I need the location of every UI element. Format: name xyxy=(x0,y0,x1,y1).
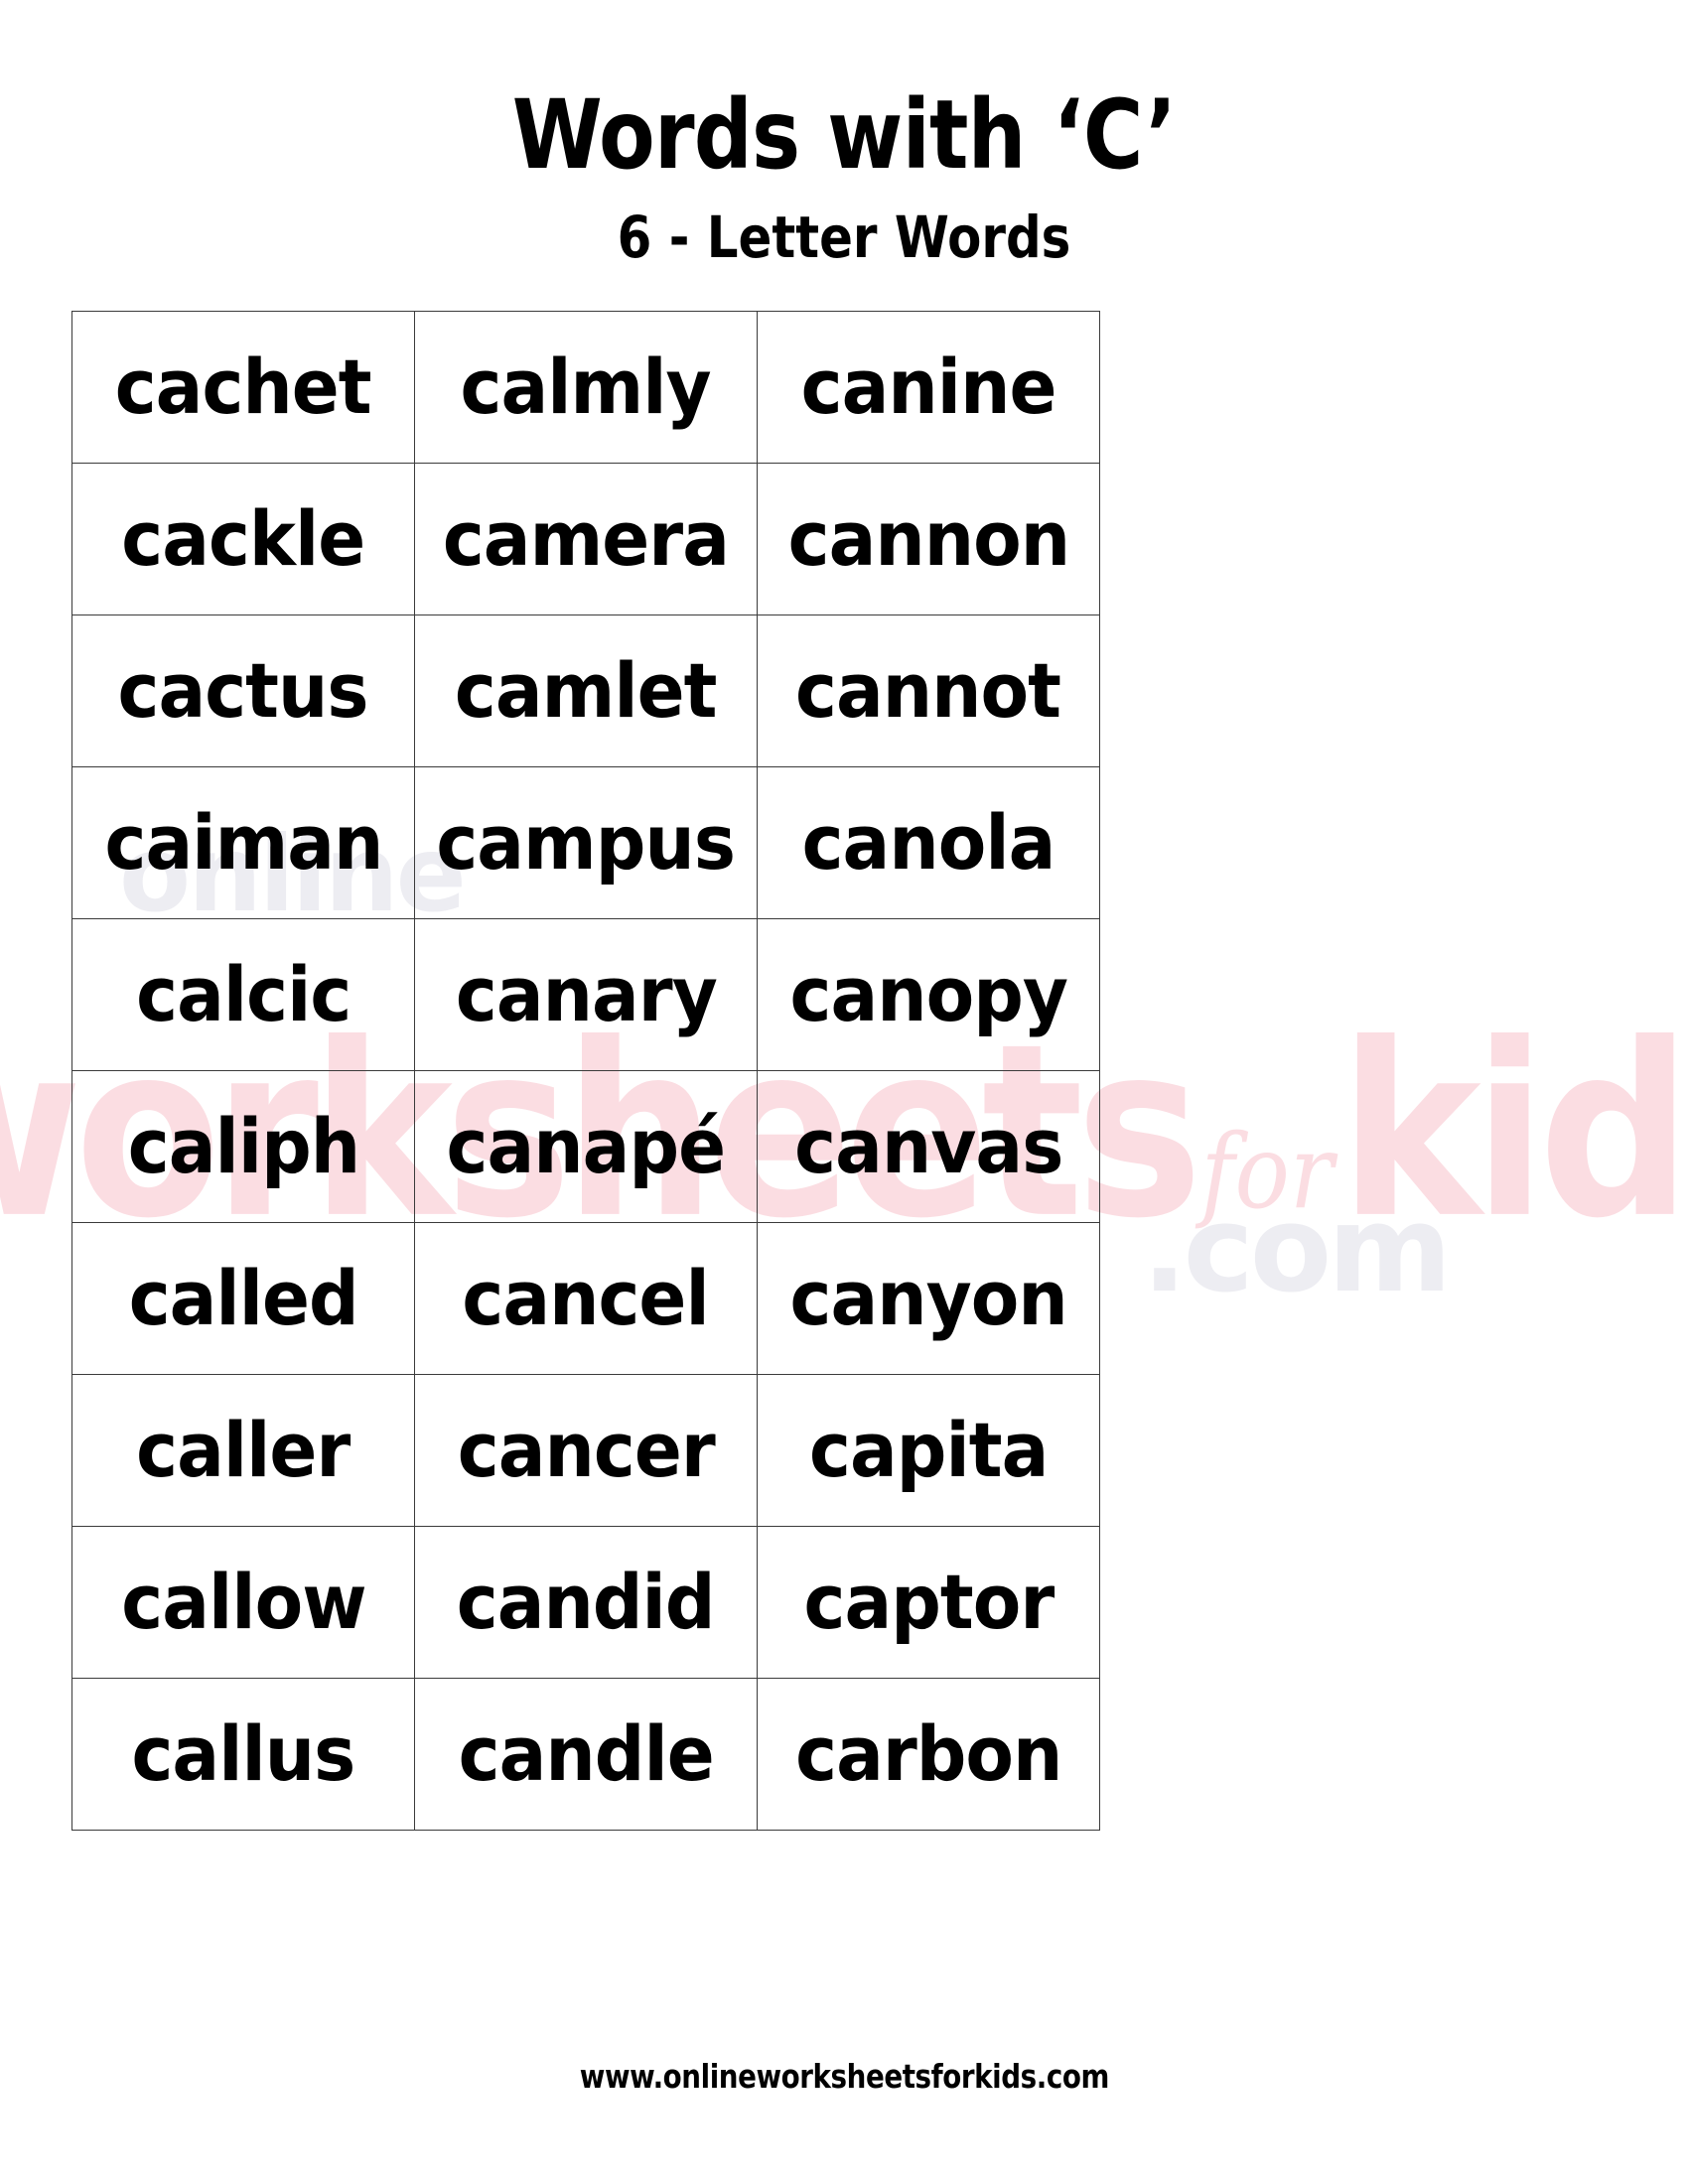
word-text: caliph xyxy=(127,1102,359,1190)
word-cell: cancel xyxy=(414,1222,758,1375)
word-cell: canine xyxy=(757,311,1100,464)
word-text: canine xyxy=(800,342,1057,431)
word-cell: calmly xyxy=(414,311,758,464)
word-text: cactus xyxy=(117,646,369,735)
word-cell: campus xyxy=(414,766,758,919)
word-text: campus xyxy=(436,798,737,887)
table-row: caller cancer capita xyxy=(71,1374,1100,1527)
word-text: caller xyxy=(136,1406,351,1494)
worksheet-header: Words with ‘C’ 6 - Letter Words xyxy=(0,0,1688,266)
word-cell: candid xyxy=(414,1526,758,1679)
word-cell: cannot xyxy=(757,614,1100,767)
page-subtitle: 6 - Letter Words xyxy=(617,204,1071,271)
word-text: capita xyxy=(808,1406,1049,1494)
table-row: called cancel canyon xyxy=(71,1222,1100,1375)
word-text: cackle xyxy=(121,494,365,583)
word-text: cachet xyxy=(115,342,372,431)
word-text: callus xyxy=(131,1709,356,1798)
word-cell: canary xyxy=(414,918,758,1071)
word-cell: canopy xyxy=(757,918,1100,1071)
word-cell: candle xyxy=(414,1678,758,1831)
word-text: carbon xyxy=(794,1709,1062,1798)
word-text: called xyxy=(128,1254,358,1342)
word-cell: caiman xyxy=(71,766,415,919)
word-text: cancer xyxy=(457,1406,715,1494)
word-text: calcic xyxy=(135,950,352,1038)
word-text: canary xyxy=(455,950,718,1038)
word-text: canopy xyxy=(789,950,1067,1038)
table-row: cackle camera cannon xyxy=(71,463,1100,615)
word-cell: cactus xyxy=(71,614,415,767)
word-text: canvas xyxy=(793,1102,1063,1190)
word-cell: camlet xyxy=(414,614,758,767)
word-cell: canvas xyxy=(757,1070,1100,1223)
watermark-word-for: for xyxy=(1200,1113,1334,1233)
word-cell: captor xyxy=(757,1526,1100,1679)
word-cell: cackle xyxy=(71,463,415,615)
word-text: camera xyxy=(442,494,730,583)
watermark-dotcom-text: .com xyxy=(1142,1181,1452,1319)
table-row: caliph canapé canvas xyxy=(71,1070,1100,1223)
table-row: cachet calmly canine xyxy=(71,311,1100,464)
word-cell: canyon xyxy=(757,1222,1100,1375)
word-cell: called xyxy=(71,1222,415,1375)
word-cell: cachet xyxy=(71,311,415,464)
word-text: candid xyxy=(457,1558,716,1646)
table-row: caiman campus canola xyxy=(71,766,1100,919)
word-cell: callow xyxy=(71,1526,415,1679)
word-cell: camera xyxy=(414,463,758,615)
word-cell: carbon xyxy=(757,1678,1100,1831)
word-text: cannon xyxy=(787,494,1069,583)
footer-website-url: www.onlineworksheetsforkids.com xyxy=(579,2057,1109,2096)
word-text: canapé xyxy=(446,1102,726,1190)
word-text: candle xyxy=(458,1709,714,1798)
word-cell: callus xyxy=(71,1678,415,1831)
word-text: callow xyxy=(120,1558,366,1646)
word-cell: cannon xyxy=(757,463,1100,615)
word-list-table: cachet calmly canine cackle camera cannon cact… xyxy=(71,311,1100,1831)
word-text: calmly xyxy=(460,342,712,431)
word-text: canyon xyxy=(789,1254,1067,1342)
page-title: Words with ‘C’ xyxy=(511,79,1177,191)
table-row: cactus camlet cannot xyxy=(71,614,1100,767)
word-cell: canapé xyxy=(414,1070,758,1223)
worksheet-footer: www.onlineworksheetsforkids.com xyxy=(0,2057,1688,2096)
word-text: captor xyxy=(803,1558,1055,1646)
word-text: cannot xyxy=(795,646,1062,735)
word-cell: canola xyxy=(757,766,1100,919)
word-text: caiman xyxy=(104,798,383,887)
word-cell: cancer xyxy=(414,1374,758,1527)
word-cell: caller xyxy=(71,1374,415,1527)
word-text: cancel xyxy=(462,1254,710,1342)
table-row: calcic canary canopy xyxy=(71,918,1100,1071)
worksheet-page: online .com worksheets for kids Words wi… xyxy=(0,0,1688,2184)
word-cell: capita xyxy=(757,1374,1100,1527)
table-row: callow candid captor xyxy=(71,1526,1100,1679)
table-row: callus candle carbon xyxy=(71,1678,1100,1831)
word-table-body: cachet calmly canine cackle camera cannon cact… xyxy=(71,311,1100,1831)
watermark-word-kids: kids xyxy=(1338,992,1688,1272)
word-text: camlet xyxy=(455,646,718,735)
word-cell: calcic xyxy=(71,918,415,1071)
word-text: canola xyxy=(801,798,1056,887)
word-cell: caliph xyxy=(71,1070,415,1223)
